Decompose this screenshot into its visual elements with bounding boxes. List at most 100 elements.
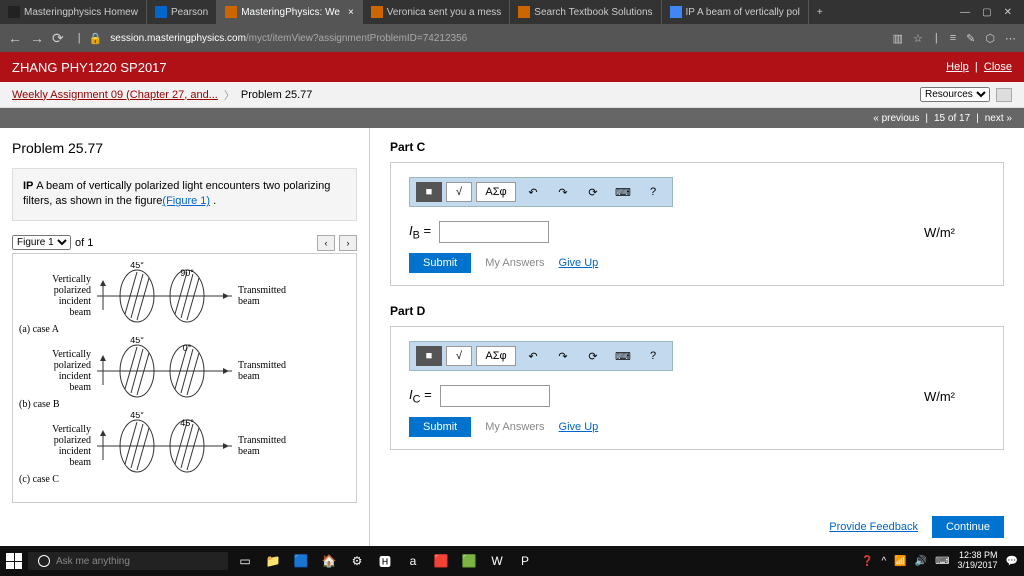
reset-icon[interactable]: ⟳	[580, 346, 606, 366]
app-icon[interactable]: 🟥	[430, 550, 452, 572]
submit-button[interactable]: Submit	[409, 417, 471, 437]
new-tab-button[interactable]: +	[809, 0, 831, 24]
url-text[interactable]: session.masteringphysics.com/myct/itemVi…	[110, 33, 467, 44]
continue-button[interactable]: Continue	[932, 516, 1004, 538]
my-answers-link[interactable]: My Answers	[485, 257, 544, 269]
app-icon[interactable]: 🟦	[290, 550, 312, 572]
keyboard-tray-icon[interactable]: ⌨	[935, 556, 949, 567]
left-panel: Problem 25.77 IP A beam of vertically po…	[0, 128, 370, 546]
problem-title: Problem 25.77	[12, 140, 357, 156]
help-icon[interactable]: ?	[640, 182, 666, 202]
minimize-icon[interactable]: —	[960, 7, 970, 18]
sqrt-icon[interactable]: √	[446, 182, 472, 202]
feedback-link[interactable]: Provide Feedback	[829, 521, 918, 533]
app-icon[interactable]: W	[486, 550, 508, 572]
app-icon[interactable]: 🅷	[374, 550, 396, 572]
lock-icon: 🔒	[89, 32, 103, 45]
browser-tab-active[interactable]: MasteringPhysics: We×	[217, 0, 363, 24]
course-header: ZHANG PHY1220 SP2017 Help | Close	[0, 52, 1024, 82]
part-c-input[interactable]	[439, 221, 549, 243]
undo-icon[interactable]: ↶	[520, 346, 546, 366]
cortana-icon	[38, 555, 50, 567]
clock[interactable]: 12:38 PM 3/19/2017	[958, 551, 998, 571]
browser-tab[interactable]: IP A beam of vertically pol	[662, 0, 809, 24]
hub-icon[interactable]: ≡	[950, 32, 956, 44]
greek-icon[interactable]: ΑΣφ	[476, 346, 516, 366]
keyboard-icon[interactable]: ⌨	[610, 346, 636, 366]
breadcrumb: Weekly Assignment 09 (Chapter 27, and...…	[0, 82, 1024, 108]
app-icon[interactable]: 📁	[262, 550, 284, 572]
browser-tab-strip: Masteringphysics Homew Pearson Mastering…	[0, 0, 1024, 24]
help-link[interactable]: Help	[946, 61, 969, 73]
undo-icon[interactable]: ↶	[520, 182, 546, 202]
maximize-icon[interactable]: ▢	[982, 7, 991, 18]
templates-icon[interactable]: ■	[416, 346, 442, 366]
figure-next-icon[interactable]: ›	[339, 235, 357, 251]
assignment-link[interactable]: Weekly Assignment 09 (Chapter 27, and...	[12, 89, 218, 101]
back-icon[interactable]: ←	[8, 30, 22, 46]
app-icon[interactable]: a	[402, 550, 424, 572]
wifi-icon[interactable]: 📶	[894, 556, 906, 567]
my-answers-link[interactable]: My Answers	[485, 421, 544, 433]
close-icon[interactable]: ×	[348, 7, 354, 18]
notes-icon[interactable]: ✎	[966, 32, 975, 45]
cortana-search[interactable]: Ask me anything	[28, 552, 228, 570]
url-bar: ← → ⟳ | 🔒 session.masteringphysics.com/m…	[0, 24, 1024, 52]
print-icon[interactable]	[996, 88, 1012, 102]
start-icon[interactable]	[6, 553, 22, 569]
browser-tab[interactable]: Search Textbook Solutions	[510, 0, 661, 24]
templates-icon[interactable]: ■	[416, 182, 442, 202]
svg-text:45°: 45°	[130, 262, 144, 270]
favorite-icon[interactable]: ☆	[913, 32, 923, 45]
notifications-icon[interactable]: 💬	[1006, 556, 1018, 567]
svg-text:45°: 45°	[130, 412, 144, 420]
close-link[interactable]: Close	[984, 61, 1012, 73]
task-view-icon[interactable]: ▭	[234, 550, 256, 572]
browser-tab[interactable]: Veronica sent you a mess	[363, 0, 511, 24]
give-up-link[interactable]: Give Up	[559, 421, 599, 433]
taskbar: Ask me anything ▭ 📁 🟦 🏠 ⚙ 🅷 a 🟥 🟩 W P ❓ …	[0, 546, 1024, 576]
close-window-icon[interactable]: ✕	[1004, 7, 1012, 18]
reading-icon[interactable]: ▥	[893, 32, 903, 45]
volume-icon[interactable]: 🔊	[915, 556, 927, 567]
share-icon[interactable]: ⬡	[985, 32, 995, 45]
answer-toolbar: ■ √ ΑΣφ ↶ ↷ ⟳ ⌨ ?	[409, 177, 673, 207]
figure-prev-icon[interactable]: ‹	[317, 235, 335, 251]
app-icon[interactable]: ⚙	[346, 550, 368, 572]
position-label: 15 of 17	[934, 113, 970, 124]
tray-up-icon[interactable]: ^	[881, 556, 886, 567]
give-up-link[interactable]: Give Up	[559, 257, 599, 269]
part-d-input[interactable]	[440, 385, 550, 407]
reset-icon[interactable]: ⟳	[580, 182, 606, 202]
redo-icon[interactable]: ↷	[550, 346, 576, 366]
figure-select[interactable]: Figure 1	[12, 235, 71, 250]
app-icon[interactable]: 🟩	[458, 550, 480, 572]
sqrt-icon[interactable]: √	[446, 346, 472, 366]
figure-case: Verticallypolarizedincidentbeam 45° 45° …	[19, 410, 350, 482]
forward-icon[interactable]: →	[30, 30, 44, 46]
answer-toolbar: ■ √ ΑΣφ ↶ ↷ ⟳ ⌨ ?	[409, 341, 673, 371]
more-icon[interactable]: ⋯	[1005, 32, 1016, 45]
prev-link[interactable]: « previous	[873, 113, 919, 124]
browser-tab[interactable]: Masteringphysics Homew	[0, 0, 147, 24]
next-link[interactable]: next »	[985, 113, 1012, 124]
part-c-label: Part C	[390, 140, 1004, 154]
figure-case: Verticallypolarizedincidentbeam 45° 90° …	[19, 260, 350, 332]
resources-select[interactable]: Resources	[920, 87, 990, 102]
keyboard-icon[interactable]: ⌨	[610, 182, 636, 202]
figure-case: Verticallypolarizedincidentbeam 45° 0° T…	[19, 335, 350, 407]
help-icon[interactable]: ?	[640, 346, 666, 366]
refresh-icon[interactable]: ⟳	[52, 30, 64, 47]
browser-tab[interactable]: Pearson	[147, 0, 217, 24]
part-d-box: ■ √ ΑΣφ ↶ ↷ ⟳ ⌨ ? IC = W/m² Submit My An…	[390, 326, 1004, 450]
svg-text:45°: 45°	[180, 418, 194, 428]
app-icon[interactable]: 🏠	[318, 550, 340, 572]
part-c-box: ■ √ ΑΣφ ↶ ↷ ⟳ ⌨ ? IB = W/m² Submit My An…	[390, 162, 1004, 286]
course-title: ZHANG PHY1220 SP2017	[12, 60, 167, 75]
submit-button[interactable]: Submit	[409, 253, 471, 273]
greek-icon[interactable]: ΑΣφ	[476, 182, 516, 202]
app-icon[interactable]: P	[514, 550, 536, 572]
redo-icon[interactable]: ↷	[550, 182, 576, 202]
figure-link[interactable]: (Figure 1)	[162, 195, 210, 207]
tray-icon[interactable]: ❓	[861, 556, 873, 567]
